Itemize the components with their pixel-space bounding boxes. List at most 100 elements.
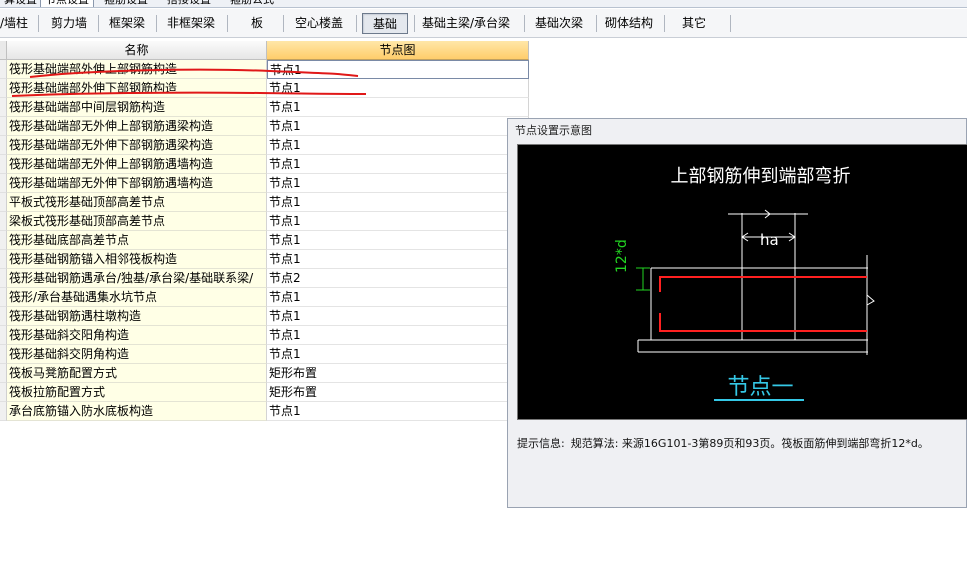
category-foundation[interactable]: 基础 [362,13,408,34]
toolbar-separator [414,15,415,32]
grid-header-stub [0,41,7,60]
toolbar-separator [664,15,665,32]
tab-lap-settings[interactable]: 搭接设置 [163,0,215,7]
toolbar-separator [596,15,597,32]
row-header-stub[interactable] [0,98,7,117]
row-header-stub[interactable] [0,345,7,364]
panel-title: 节点设置示意图 [515,124,592,137]
category-shear-wall[interactable]: 剪力墙 [51,13,91,34]
tab-stirrup-settings[interactable]: 箍筋设置 [100,0,152,7]
row-node-value[interactable]: 节点1 [267,250,529,269]
toolbar-separator [98,15,99,32]
table-row[interactable]: 承台底筋锚入防水底板构造 节点1 [0,402,529,421]
row-node-value[interactable]: 节点1 [267,136,529,155]
row-setting-name: 筏形基础斜交阴角构造 [7,345,267,364]
node-diagram-panel: 节点设置示意图 上部钢筋伸到端部弯折 ha 12*d 节点一 提示信息: 规范算… [507,118,967,508]
table-row[interactable]: 筏形/承台基础遇集水坑节点 节点1 [0,288,529,307]
table-row[interactable]: 筏板拉筋配置方式 矩形布置 [0,383,529,402]
tab-node-settings[interactable]: 节点设置 [40,0,94,7]
row-header-stub[interactable] [0,288,7,307]
category-foundation-main-beam[interactable]: 基础主梁/承台梁 [422,13,516,34]
table-row[interactable]: 筏形基础钢筋遇柱墩构造 节点1 [0,307,529,326]
hint-text: 规范算法: 来源16G101-3第89页和93页。筏板面筋伸到端部弯折12*d。 [570,437,929,450]
table-row[interactable]: 筏形基础端部无外伸下部钢筋遇墙构造 节点1 [0,174,529,193]
row-node-value[interactable]: 节点1 [267,193,529,212]
category-hollow-floor[interactable]: 空心楼盖 [295,13,349,34]
row-header-stub[interactable] [0,193,7,212]
row-header-stub[interactable] [0,174,7,193]
row-header-stub[interactable] [0,79,7,98]
row-header-stub[interactable] [0,269,7,288]
category-wall-column[interactable]: /墙柱 [0,13,34,34]
row-node-value[interactable]: 节点1 [267,212,529,231]
row-node-value[interactable]: 节点2 [267,269,529,288]
table-row[interactable]: 筏形基础端部无外伸下部钢筋遇梁构造 节点1 [0,136,529,155]
row-node-value[interactable]: 节点1 [267,79,529,98]
row-header-stub[interactable] [0,364,7,383]
row-node-value[interactable]: 节点1 [267,155,529,174]
row-header-stub[interactable] [0,136,7,155]
table-row[interactable]: 筏形基础端部无外伸上部钢筋遇墙构造 节点1 [0,155,529,174]
row-header-stub[interactable] [0,250,7,269]
row-node-value[interactable]: 节点1 [267,326,529,345]
table-row[interactable]: 筏形基础钢筋锚入相邻筏板构造 节点1 [0,250,529,269]
row-header-stub[interactable] [0,231,7,250]
grid-header: 名称 节点图 [0,41,529,60]
row-setting-name: 筏形基础底部高差节点 [7,231,267,250]
row-setting-name: 筏板拉筋配置方式 [7,383,267,402]
row-node-value[interactable]: 节点1 [267,288,529,307]
top-tab-strip: 算设置 节点设置 箍筋设置 搭接设置 箍筋公式 [0,0,967,8]
row-header-stub[interactable] [0,326,7,345]
row-header-stub[interactable] [0,307,7,326]
row-node-value[interactable]: 节点1 [267,117,529,136]
table-row[interactable]: 筏形基础端部中间层钢筋构造 节点1 [0,98,529,117]
table-row[interactable]: 梁板式筏形基础顶部高差节点 节点1 [0,212,529,231]
row-header-stub[interactable] [0,117,7,136]
column-header-node[interactable]: 节点图 [267,41,529,60]
category-non-frame-beam[interactable]: 非框架梁 [167,13,219,34]
category-masonry[interactable]: 砌体结构 [605,13,657,34]
row-setting-name: 筏形基础端部无外伸上部钢筋遇梁构造 [7,117,267,136]
table-row[interactable]: 筏板马凳筋配置方式 矩形布置 [0,364,529,383]
toolbar-separator [730,15,731,32]
row-node-value[interactable]: 节点1 [267,402,529,421]
row-node-value[interactable]: 节点1 [267,60,529,79]
category-frame-beam[interactable]: 框架梁 [109,13,149,34]
diagram-canvas: 上部钢筋伸到端部弯折 ha 12*d 节点一 [517,144,967,420]
category-foundation-secondary-beam[interactable]: 基础次梁 [535,13,587,34]
category-slab[interactable]: 板 [251,13,269,34]
row-setting-name: 筏形基础钢筋遇承台/独基/承台梁/基础联系梁/ [7,269,267,288]
row-node-value[interactable]: 节点1 [267,98,529,117]
category-other[interactable]: 其它 [682,13,710,34]
row-node-value[interactable]: 节点1 [267,345,529,364]
tab-calc-settings[interactable]: 算设置 [0,0,41,7]
column-header-name[interactable]: 名称 [7,41,267,60]
table-row[interactable]: 筏形基础斜交阳角构造 节点1 [0,326,529,345]
table-row[interactable]: 筏形基础端部无外伸上部钢筋遇梁构造 节点1 [0,117,529,136]
hint-label: 提示信息: [517,437,565,450]
table-row[interactable]: 平板式筏形基础顶部高差节点 节点1 [0,193,529,212]
row-node-value[interactable]: 矩形布置 [267,383,529,402]
table-row[interactable]: 筏形基础端部外伸下部钢筋构造 节点1 [0,79,529,98]
row-header-stub[interactable] [0,60,7,79]
row-setting-name: 筏形/承台基础遇集水坑节点 [7,288,267,307]
row-header-stub[interactable] [0,155,7,174]
row-header-stub[interactable] [0,402,7,421]
row-node-value[interactable]: 矩形布置 [267,364,529,383]
row-node-value[interactable]: 节点1 [267,307,529,326]
tab-stirrup-formula[interactable]: 箍筋公式 [226,0,278,7]
toolbar-separator [283,15,284,32]
table-row[interactable]: 筏形基础端部外伸上部钢筋构造 节点1 [0,60,529,79]
table-row[interactable]: 筏形基础斜交阴角构造 节点1 [0,345,529,364]
row-setting-name: 筏形基础端部中间层钢筋构造 [7,98,267,117]
row-setting-name: 平板式筏形基础顶部高差节点 [7,193,267,212]
row-setting-name: 筏形基础端部外伸下部钢筋构造 [7,79,267,98]
table-row[interactable]: 筏形基础底部高差节点 节点1 [0,231,529,250]
row-header-stub[interactable] [0,212,7,231]
row-node-value[interactable]: 节点1 [267,174,529,193]
toolbar-separator [38,15,39,32]
row-header-stub[interactable] [0,383,7,402]
row-setting-name: 筏板马凳筋配置方式 [7,364,267,383]
row-node-value[interactable]: 节点1 [267,231,529,250]
table-row[interactable]: 筏形基础钢筋遇承台/独基/承台梁/基础联系梁/节点2 [0,269,529,288]
